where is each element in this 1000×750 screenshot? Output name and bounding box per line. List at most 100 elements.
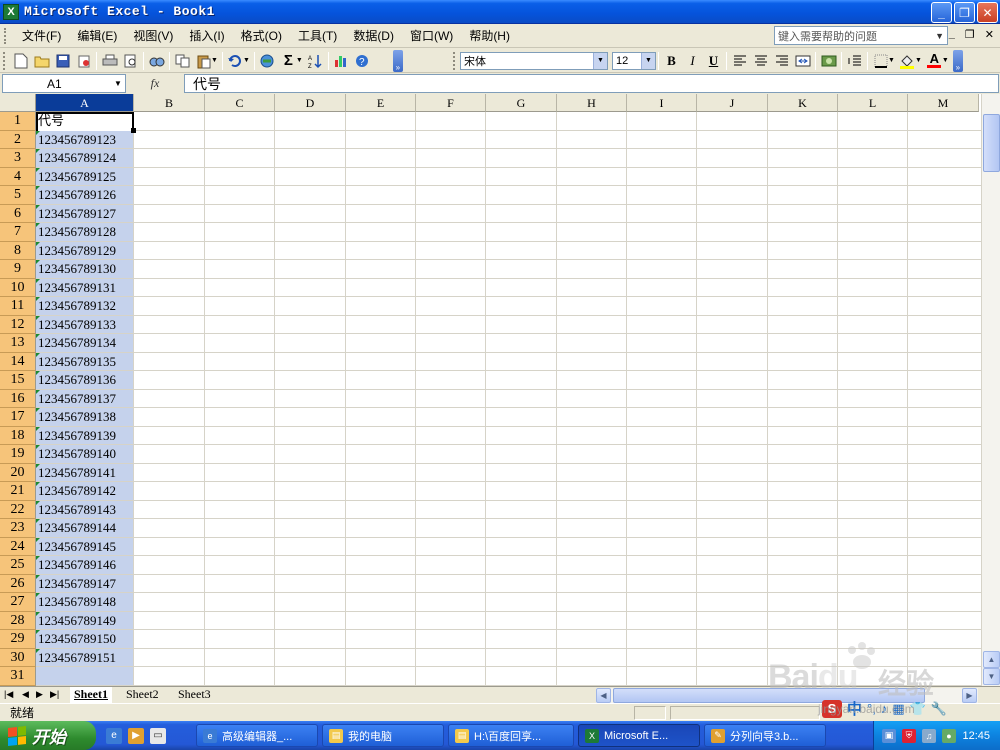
- antivirus-icon[interactable]: ⛨: [902, 728, 916, 743]
- cell-a27[interactable]: 123456789148: [38, 593, 116, 611]
- messenger-icon[interactable]: ●: [942, 728, 956, 743]
- hyperlink-icon[interactable]: [257, 50, 278, 71]
- cell-a17[interactable]: 123456789138: [38, 408, 116, 426]
- taskbar-button[interactable]: e 高级编辑器_...: [196, 724, 318, 747]
- cell-a4[interactable]: 123456789125: [38, 168, 116, 186]
- cell-a24[interactable]: 123456789145: [38, 538, 116, 556]
- sort-ascending-icon[interactable]: AZ: [305, 50, 326, 71]
- print-preview-icon[interactable]: [120, 50, 141, 71]
- row-header[interactable]: 15: [0, 371, 36, 390]
- cell-a30[interactable]: 123456789151: [38, 649, 116, 667]
- permission-icon[interactable]: [73, 50, 94, 71]
- paste-dropdown[interactable]: ▼: [211, 57, 218, 64]
- cell-a18[interactable]: 123456789139: [38, 427, 116, 445]
- desktop-icon[interactable]: ▭: [150, 727, 166, 744]
- column-header-g[interactable]: G: [486, 94, 557, 112]
- taskbar-button[interactable]: X Microsoft E...: [578, 724, 700, 747]
- shirt-icon[interactable]: 👕: [910, 701, 926, 717]
- volume-icon[interactable]: ♫: [922, 728, 936, 743]
- row-header[interactable]: 16: [0, 389, 36, 408]
- toolbar-options-button[interactable]: »: [392, 49, 403, 72]
- chart-wizard-icon[interactable]: [331, 50, 352, 71]
- underline-button[interactable]: U: [703, 50, 724, 71]
- cell-a11[interactable]: 123456789132: [38, 297, 116, 315]
- cell-a25[interactable]: 123456789146: [38, 556, 116, 574]
- doc-minimize-button[interactable]: _: [949, 28, 955, 41]
- cell-a9[interactable]: 123456789130: [38, 260, 116, 278]
- cell-a15[interactable]: 123456789136: [38, 371, 116, 389]
- vertical-scrollbar-thumb[interactable]: [983, 114, 1000, 172]
- menu-item[interactable]: 帮助(H): [461, 25, 518, 47]
- column-header-f[interactable]: F: [416, 94, 486, 112]
- worksheet-grid[interactable]: 代号 123456789123 123456789124 123456789125 12…: [0, 94, 981, 686]
- row-header[interactable]: 9: [0, 260, 36, 279]
- sogou-ime-icon[interactable]: S: [822, 699, 842, 718]
- row-header[interactable]: 3: [0, 149, 36, 168]
- scroll-down-icon[interactable]: ▼: [983, 668, 1000, 685]
- bold-button[interactable]: B: [661, 50, 682, 71]
- print-icon[interactable]: [99, 50, 120, 71]
- undo-dropdown[interactable]: ▼: [243, 57, 250, 64]
- row-header[interactable]: 12: [0, 315, 36, 334]
- menu-item[interactable]: 文件(F): [14, 25, 69, 47]
- cell-a21[interactable]: 123456789142: [38, 482, 116, 500]
- row-header[interactable]: 22: [0, 500, 36, 519]
- row-header[interactable]: 19: [0, 445, 36, 464]
- menu-item[interactable]: 工具(T): [290, 25, 345, 47]
- chevron-down-icon[interactable]: ▼: [935, 31, 944, 41]
- formula-input[interactable]: 代号: [184, 74, 999, 93]
- minimize-button[interactable]: _: [931, 2, 952, 23]
- name-box[interactable]: A1 ▼: [2, 74, 126, 93]
- cell-a7[interactable]: 123456789128: [38, 223, 116, 241]
- row-header[interactable]: 8: [0, 241, 36, 260]
- new-file-icon[interactable]: [10, 50, 31, 71]
- insert-function-icon[interactable]: fx: [126, 76, 184, 91]
- chevron-down-icon[interactable]: ▼: [593, 52, 607, 69]
- first-sheet-icon[interactable]: |◀: [4, 689, 13, 700]
- cell-a20[interactable]: 123456789141: [38, 464, 116, 482]
- cell-a1[interactable]: 代号: [38, 112, 64, 130]
- row-header[interactable]: 20: [0, 463, 36, 482]
- keyboard-icon[interactable]: ▦: [892, 701, 904, 717]
- cell-a19[interactable]: 123456789140: [38, 445, 116, 463]
- row-header[interactable]: 17: [0, 408, 36, 427]
- column-header-k[interactable]: K: [768, 94, 838, 112]
- next-sheet-icon[interactable]: ▶: [36, 689, 43, 700]
- cell-a28[interactable]: 123456789149: [38, 612, 116, 630]
- row-header[interactable]: 4: [0, 167, 36, 186]
- row-header[interactable]: 21: [0, 482, 36, 501]
- vertical-scrollbar[interactable]: ▲ ▼: [981, 94, 1000, 686]
- prev-sheet-icon[interactable]: ◀: [22, 689, 29, 700]
- row-header[interactable]: 18: [0, 426, 36, 445]
- menu-item[interactable]: 格式(O): [233, 25, 290, 47]
- column-header-h[interactable]: H: [557, 94, 627, 112]
- row-header[interactable]: 11: [0, 297, 36, 316]
- chevron-down-icon[interactable]: ▼: [641, 52, 655, 69]
- scroll-left-icon[interactable]: ◀: [596, 688, 611, 703]
- column-header-i[interactable]: I: [627, 94, 697, 112]
- italic-button[interactable]: I: [682, 50, 703, 71]
- merge-center-icon[interactable]: [792, 50, 813, 71]
- row-header[interactable]: 10: [0, 278, 36, 297]
- taskbar-button[interactable]: ▤ 我的电脑: [322, 724, 444, 747]
- music-note-icon[interactable]: ♪: [881, 701, 888, 716]
- toolbar-grip[interactable]: [3, 51, 7, 70]
- column-header-d[interactable]: D: [275, 94, 346, 112]
- cell-a13[interactable]: 123456789134: [38, 334, 116, 352]
- row-header[interactable]: 7: [0, 223, 36, 242]
- last-sheet-icon[interactable]: ▶|: [50, 689, 59, 700]
- decrease-indent-icon[interactable]: [844, 50, 865, 71]
- font-color-dropdown[interactable]: ▼: [942, 57, 949, 64]
- scroll-up-icon[interactable]: ▲: [983, 651, 1000, 668]
- menu-item[interactable]: 插入(I): [181, 25, 232, 47]
- ime-mode-label[interactable]: 中: [847, 698, 862, 719]
- save-icon[interactable]: [52, 50, 73, 71]
- toolbar-grip[interactable]: [453, 51, 457, 70]
- column-header-c[interactable]: C: [205, 94, 275, 112]
- start-button[interactable]: 开始: [0, 721, 96, 750]
- cell-a26[interactable]: 123456789147: [38, 575, 116, 593]
- autosum-dropdown[interactable]: ▼: [296, 57, 303, 64]
- cell-a3[interactable]: 123456789124: [38, 149, 116, 167]
- cell-a2[interactable]: 123456789123: [38, 131, 116, 149]
- menu-item[interactable]: 视图(V): [125, 25, 181, 47]
